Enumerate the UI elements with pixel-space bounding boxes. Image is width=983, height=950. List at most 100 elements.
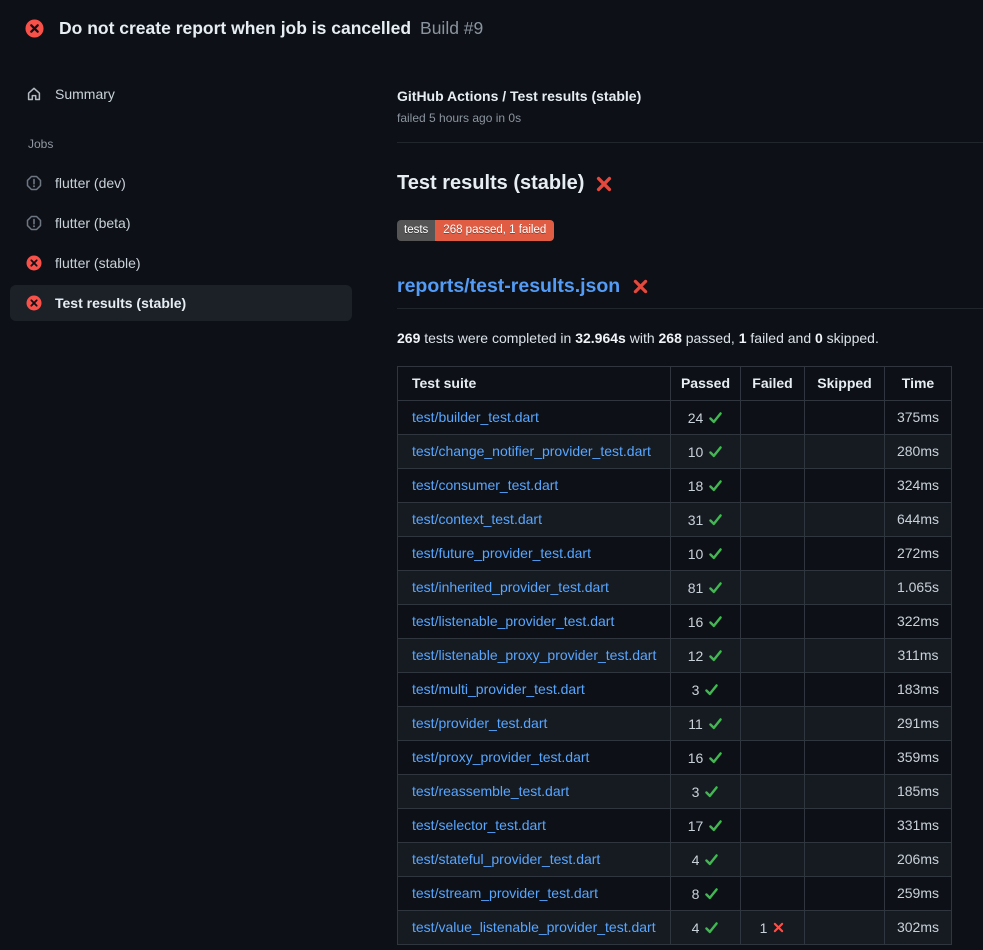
table-row: test/selector_test.dart17331ms: [398, 808, 952, 842]
suite-link[interactable]: test/reassemble_test.dart: [412, 783, 569, 799]
time-cell: 375ms: [885, 400, 952, 434]
check-icon: [704, 682, 719, 697]
sidebar-item-flutter-beta[interactable]: flutter (beta): [10, 205, 352, 241]
summary-text: tests were completed in: [420, 330, 575, 346]
time-cell: 359ms: [885, 740, 952, 774]
time-cell: 291ms: [885, 706, 952, 740]
suite-link[interactable]: test/builder_test.dart: [412, 409, 539, 425]
summary-number: 268: [659, 330, 682, 346]
suite-link[interactable]: test/listenable_proxy_provider_test.dart: [412, 647, 656, 663]
table-row: test/listenable_provider_test.dart16322m…: [398, 604, 952, 638]
check-icon: [704, 784, 719, 799]
suite-cell: test/listenable_provider_test.dart: [398, 604, 671, 638]
time-cell: 644ms: [885, 502, 952, 536]
check-icon: [708, 546, 723, 561]
suite-link[interactable]: test/value_listenable_provider_test.dart: [412, 919, 656, 935]
table-row: test/reassemble_test.dart3185ms: [398, 774, 952, 808]
failed-cell: [741, 740, 805, 774]
suite-link[interactable]: test/consumer_test.dart: [412, 477, 558, 493]
passed-cell: 16: [671, 740, 741, 774]
passed-cell-count: 8: [692, 886, 720, 902]
skipped-cell: [805, 740, 885, 774]
sidebar-item-flutter-dev[interactable]: flutter (dev): [10, 165, 352, 201]
table-row: test/builder_test.dart24375ms: [398, 400, 952, 434]
table-row: test/inherited_provider_test.dart811.065…: [398, 570, 952, 604]
check-icon: [708, 410, 723, 425]
suite-link[interactable]: test/multi_provider_test.dart: [412, 681, 585, 697]
count-value: 3: [692, 784, 700, 800]
x-circle-fill-icon: [26, 255, 42, 271]
x-circle-fill-icon: [26, 295, 42, 311]
sidebar-summary-label: Summary: [55, 86, 115, 102]
check-icon: [708, 512, 723, 527]
table-row: test/provider_test.dart 11 291ms: [398, 706, 952, 740]
breadcrumb: GitHub Actions / Test results (stable): [397, 88, 983, 104]
tests-badge: tests 268 passed, 1 failed: [397, 220, 554, 241]
suite-cell: test/future_provider_test.dart: [398, 536, 671, 570]
column-header-test-suite: Test suite: [398, 366, 671, 400]
suite-cell: test/stream_provider_test.dart: [398, 876, 671, 910]
skipped-cell: [805, 400, 885, 434]
table-row: test/change_notifier_provider_test.dart1…: [398, 434, 952, 468]
failed-cross-icon: [632, 278, 649, 295]
badge-label: tests: [397, 220, 435, 241]
build-title-text: Do not create report when job is cancell…: [59, 18, 411, 39]
suite-link[interactable]: test/stateful_provider_test.dart: [412, 851, 600, 867]
job-label: Test results (stable): [55, 295, 186, 311]
suite-link[interactable]: test/context_test.dart: [412, 511, 542, 527]
suite-link[interactable]: test/change_notifier_provider_test.dart: [412, 443, 651, 459]
skipped-cell: [805, 434, 885, 468]
passed-cell: 3: [671, 672, 741, 706]
sidebar-item-test-results-stable[interactable]: Test results (stable): [10, 285, 352, 321]
suite-cell: test/provider_test.dart: [398, 706, 671, 740]
count-value: 1: [760, 920, 768, 936]
suite-cell: test/consumer_test.dart: [398, 468, 671, 502]
suite-link[interactable]: test/selector_test.dart: [412, 817, 546, 833]
passed-cell-count: 12: [688, 648, 724, 664]
passed-cell-count: 4: [692, 852, 720, 868]
sidebar-item-summary[interactable]: Summary: [10, 80, 352, 108]
suite-link[interactable]: test/future_provider_test.dart: [412, 545, 591, 561]
failed-cross-icon: [595, 175, 613, 193]
count-value: 31: [688, 512, 704, 528]
skipped-cell: [805, 468, 885, 502]
passed-cell-count: 11: [688, 716, 723, 732]
failed-cell: [741, 876, 805, 910]
passed-cell: 31: [671, 502, 741, 536]
failed-cell: [741, 502, 805, 536]
skipped-cell: [805, 774, 885, 808]
count-value: 16: [688, 614, 704, 630]
sidebar-item-flutter-stable[interactable]: flutter (stable): [10, 245, 352, 281]
time-cell: 206ms: [885, 842, 952, 876]
suite-cell: test/context_test.dart: [398, 502, 671, 536]
column-header-failed: Failed: [741, 366, 805, 400]
passed-cell-count: 17: [688, 818, 724, 834]
passed-cell-count: 3: [692, 682, 720, 698]
report-file-link[interactable]: reports/test-results.json: [397, 275, 620, 298]
skipped-cell: [805, 638, 885, 672]
suite-link[interactable]: test/inherited_provider_test.dart: [412, 579, 609, 595]
stop-octagon-icon: [26, 215, 42, 231]
skipped-cell: [805, 808, 885, 842]
passed-cell-count: 18: [688, 478, 724, 494]
main-content: GitHub Actions / Test results (stable) f…: [397, 56, 983, 945]
failed-cell: [741, 434, 805, 468]
suite-link[interactable]: test/proxy_provider_test.dart: [412, 749, 589, 765]
suite-link[interactable]: test/provider_test.dart: [412, 715, 547, 731]
jobs-section-heading: Jobs: [28, 137, 397, 151]
suite-cell: test/reassemble_test.dart: [398, 774, 671, 808]
time-cell: 280ms: [885, 434, 952, 468]
home-icon: [26, 86, 42, 102]
suite-cell: test/change_notifier_provider_test.dart: [398, 434, 671, 468]
time-cell: 1.065s: [885, 570, 952, 604]
passed-cell-count: 16: [688, 750, 724, 766]
suite-cell: test/stateful_provider_test.dart: [398, 842, 671, 876]
suite-link[interactable]: test/stream_provider_test.dart: [412, 885, 598, 901]
check-title: Test results (stable): [397, 172, 983, 195]
suite-cell: test/multi_provider_test.dart: [398, 672, 671, 706]
passed-cell: 3: [671, 774, 741, 808]
table-row: test/future_provider_test.dart10272ms: [398, 536, 952, 570]
suite-link[interactable]: test/listenable_provider_test.dart: [412, 613, 614, 629]
suite-cell: test/listenable_proxy_provider_test.dart: [398, 638, 671, 672]
failed-cell: [741, 604, 805, 638]
